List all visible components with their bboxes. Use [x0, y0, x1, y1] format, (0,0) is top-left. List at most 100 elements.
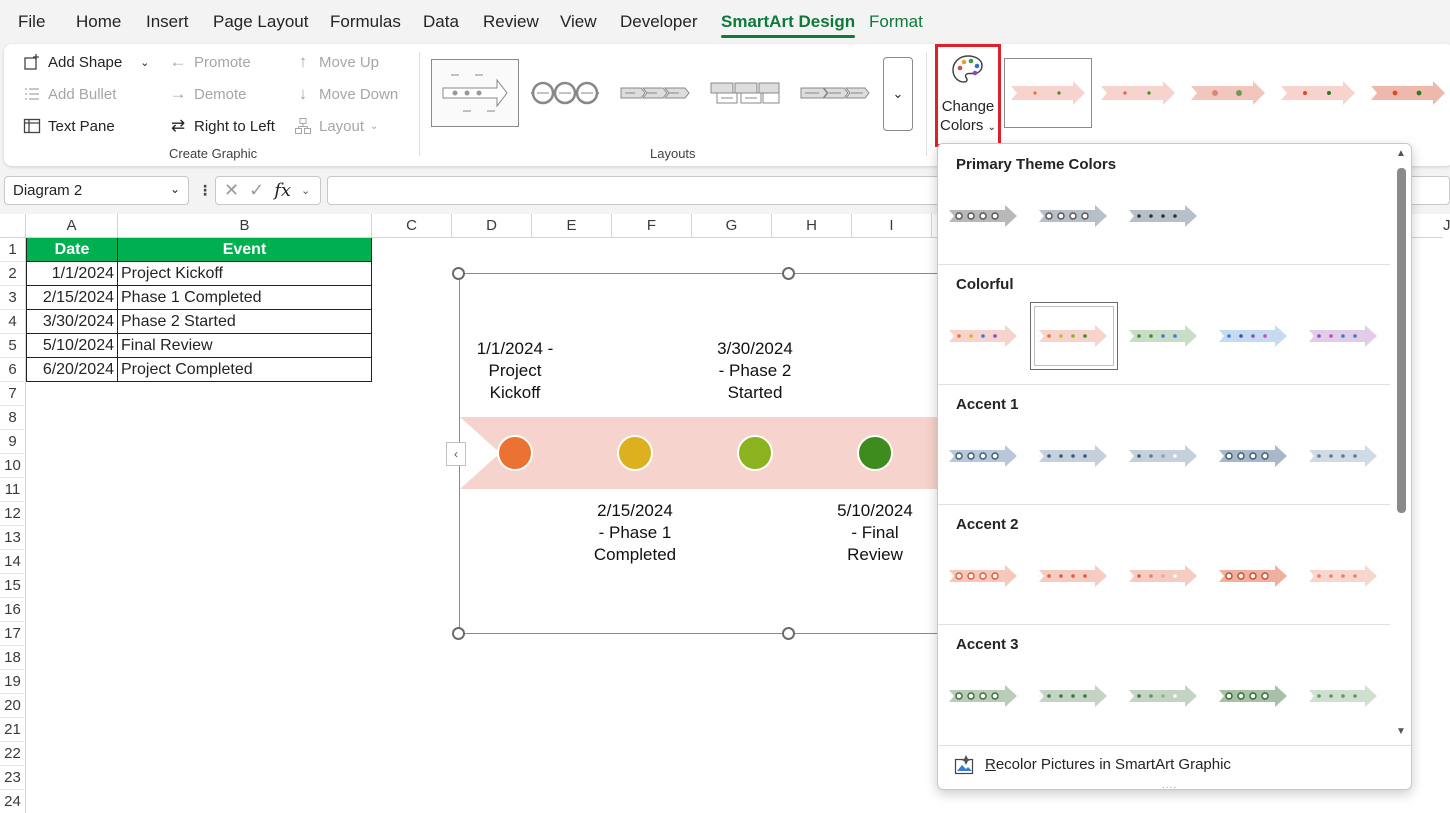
color-option[interactable]: [1030, 662, 1118, 730]
row-header[interactable]: 2: [0, 262, 26, 286]
resize-handle-bottom-left[interactable]: [452, 627, 465, 640]
layout-thumb-accent-process[interactable]: [701, 59, 789, 127]
add-shape-button[interactable]: Add Shape ⌄: [22, 52, 149, 72]
color-option[interactable]: [1030, 542, 1118, 610]
tab-home[interactable]: Home: [76, 12, 121, 32]
column-header-c[interactable]: C: [372, 214, 452, 238]
color-option[interactable]: [1210, 542, 1298, 610]
gallery-more-button[interactable]: ⌄: [883, 57, 913, 131]
row-header[interactable]: 19: [0, 670, 26, 694]
row-header[interactable]: 16: [0, 598, 26, 622]
timeline-node-circle[interactable]: [497, 435, 533, 471]
layout-thumb-basic-timeline[interactable]: [431, 59, 519, 127]
table-cell-date[interactable]: 2/15/2024: [26, 286, 118, 310]
row-header[interactable]: 5: [0, 334, 26, 358]
row-header[interactable]: 18: [0, 646, 26, 670]
column-header-f[interactable]: F: [612, 214, 692, 238]
style-thumb-2[interactable]: [1094, 58, 1182, 128]
chevron-down-icon[interactable]: ⌄: [170, 182, 180, 196]
row-header[interactable]: 24: [0, 790, 26, 813]
tab-data[interactable]: Data: [423, 12, 459, 32]
tab-developer[interactable]: Developer: [620, 12, 698, 32]
table-cell-date[interactable]: 1/1/2024: [26, 262, 118, 286]
tab-formulas[interactable]: Formulas: [330, 12, 401, 32]
move-up-button[interactable]: ↑ Move Up: [293, 52, 379, 72]
resize-handle-bottom[interactable]: [782, 627, 795, 640]
row-header[interactable]: 11: [0, 478, 26, 502]
table-cell-date[interactable]: 5/10/2024: [26, 334, 118, 358]
style-thumb-1[interactable]: [1004, 58, 1092, 128]
table-cell-event[interactable]: Project Kickoff: [118, 262, 372, 286]
row-header[interactable]: 6: [0, 358, 26, 382]
timeline-node-label[interactable]: 3/30/2024 - Phase 2 Started: [700, 338, 810, 404]
resize-grip[interactable]: ....: [1162, 780, 1177, 789]
promote-button[interactable]: ← Promote: [168, 52, 251, 72]
style-thumb-3[interactable]: [1184, 58, 1272, 128]
column-header-j[interactable]: J: [1443, 214, 1450, 238]
table-cell-date[interactable]: 6/20/2024: [26, 358, 118, 382]
name-box[interactable]: Diagram 2 ⌄: [4, 176, 189, 205]
header-event[interactable]: Event: [118, 238, 372, 262]
row-header[interactable]: 7: [0, 382, 26, 406]
color-option[interactable]: [1120, 182, 1208, 250]
column-header-e[interactable]: E: [532, 214, 612, 238]
table-cell-event[interactable]: Phase 1 Completed: [118, 286, 372, 310]
chevron-down-icon[interactable]: ⌄: [140, 56, 149, 69]
right-to-left-button[interactable]: ⇄ Right to Left: [168, 116, 275, 136]
row-header[interactable]: 13: [0, 526, 26, 550]
column-header-g[interactable]: G: [692, 214, 772, 238]
column-header-i[interactable]: I: [852, 214, 932, 238]
cancel-icon[interactable]: ✕: [224, 180, 239, 201]
color-option[interactable]: [1210, 662, 1298, 730]
timeline-node-label[interactable]: 5/10/2024 - Final Review: [820, 500, 930, 566]
layout-thumb-circle-timeline[interactable]: [521, 59, 609, 127]
tab-file[interactable]: File: [18, 12, 45, 32]
color-option[interactable]: [940, 422, 1028, 490]
move-down-button[interactable]: ↓ Move Down: [293, 84, 398, 104]
row-header[interactable]: 21: [0, 718, 26, 742]
recolor-pictures-item[interactable]: Recolor Pictures in SmartArt Graphic ...…: [938, 745, 1411, 789]
add-bullet-button[interactable]: Add Bullet: [22, 84, 116, 104]
timeline-node-circle[interactable]: [857, 435, 893, 471]
layout-thumb-chevron-list[interactable]: [611, 59, 699, 127]
row-header[interactable]: 12: [0, 502, 26, 526]
more-options-icon[interactable]: ⋮: [198, 182, 212, 199]
row-header[interactable]: 9: [0, 430, 26, 454]
color-option[interactable]: [1120, 302, 1208, 370]
tab-review[interactable]: Review: [483, 12, 539, 32]
row-header[interactable]: 23: [0, 766, 26, 790]
change-colors-button[interactable]: Change Colors ⌄: [935, 44, 1001, 147]
select-all-corner[interactable]: [0, 214, 26, 238]
demote-button[interactable]: → Demote: [168, 84, 247, 104]
timeline-node-circle[interactable]: [617, 435, 653, 471]
row-header[interactable]: 8: [0, 406, 26, 430]
row-header[interactable]: 1: [0, 238, 26, 262]
color-option[interactable]: [1120, 542, 1208, 610]
layout-button[interactable]: Layout ⌄: [293, 116, 378, 136]
column-header-b[interactable]: B: [118, 214, 372, 238]
column-header-h[interactable]: H: [772, 214, 852, 238]
chevron-down-icon[interactable]: ⌄: [301, 184, 310, 197]
table-cell-date[interactable]: 3/30/2024: [26, 310, 118, 334]
tab-format[interactable]: Format: [869, 12, 923, 32]
color-option[interactable]: [1030, 182, 1118, 250]
timeline-node-label[interactable]: 2/15/2024 - Phase 1 Completed: [580, 500, 690, 566]
insert-function-icon[interactable]: fx: [274, 180, 291, 201]
row-header[interactable]: 15: [0, 574, 26, 598]
smartart-graphic[interactable]: 1/1/2024 - Project Kickoff 2/15/2024 - Phase…: [459, 273, 980, 634]
color-option[interactable]: [1030, 302, 1118, 370]
row-header[interactable]: 14: [0, 550, 26, 574]
scrollbar-thumb[interactable]: [1397, 168, 1406, 513]
timeline-node-circle[interactable]: [737, 435, 773, 471]
tab-page-layout[interactable]: Page Layout: [213, 12, 308, 32]
color-option[interactable]: [1300, 662, 1388, 730]
table-cell-event[interactable]: Final Review: [118, 334, 372, 358]
tab-smartart-design[interactable]: SmartArt Design: [721, 12, 856, 38]
style-thumb-4[interactable]: [1274, 58, 1362, 128]
color-option[interactable]: [940, 302, 1028, 370]
row-header[interactable]: 20: [0, 694, 26, 718]
column-header-d[interactable]: D: [452, 214, 532, 238]
resize-handle-top-left[interactable]: [452, 267, 465, 280]
row-header[interactable]: 10: [0, 454, 26, 478]
enter-icon[interactable]: ✓: [249, 180, 264, 201]
